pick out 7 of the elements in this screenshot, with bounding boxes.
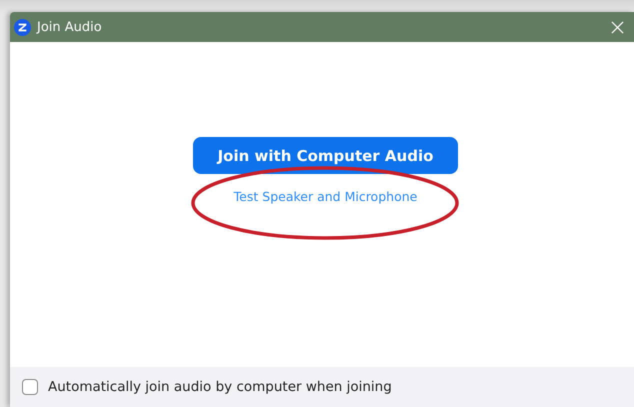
window-title: Join Audio [37, 20, 103, 34]
checkbox-label: Automatically join audio by computer when joining [48, 379, 392, 395]
checkbox[interactable] [22, 379, 38, 395]
test-speaker-link[interactable]: Test Speaker and Microphone [234, 189, 418, 204]
join-audio-button[interactable]: Join with Computer Audio [193, 137, 458, 174]
app-logo-icon [14, 18, 31, 36]
close-icon[interactable] [611, 20, 624, 34]
